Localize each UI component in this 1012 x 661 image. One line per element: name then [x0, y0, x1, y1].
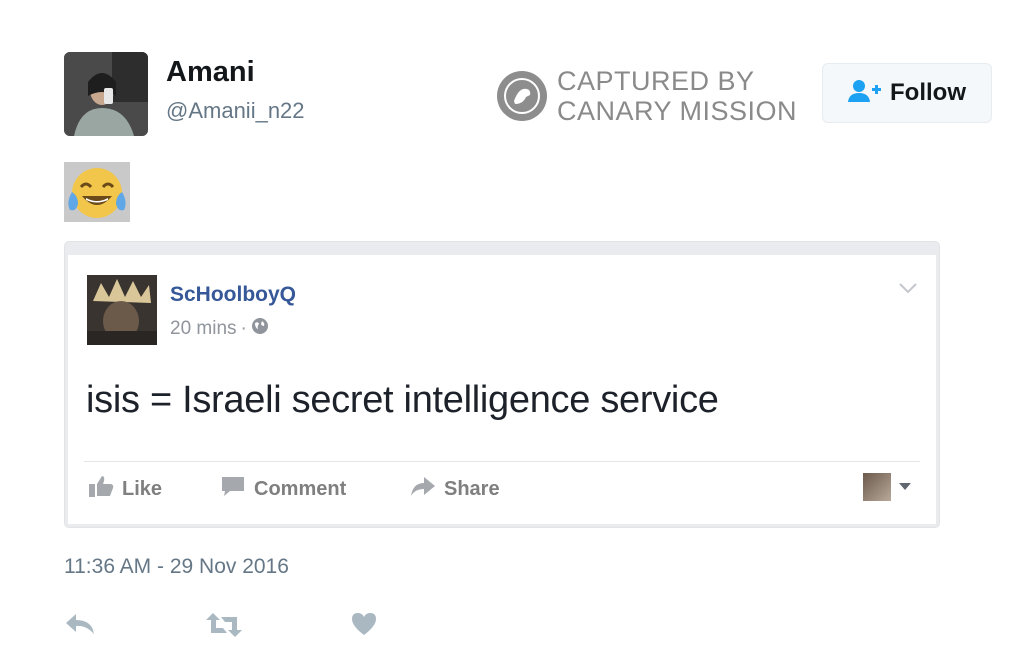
fb-comment-action: Comment [220, 475, 346, 503]
fb-post-text: isis = Israeli secret intelligence servi… [86, 379, 719, 421]
canary-bird-icon [497, 71, 547, 121]
globe-icon [251, 317, 269, 341]
thumbs-up-icon [88, 475, 114, 503]
fb-viewer-avatar [863, 473, 891, 501]
chevron-down-icon [898, 281, 918, 299]
fb-like-label: Like [122, 477, 163, 500]
fb-author-avatar [87, 275, 157, 345]
comment-bubble-icon [220, 475, 246, 503]
heart-icon[interactable] [350, 611, 378, 642]
fb-share-label: Share [444, 477, 500, 500]
watermark-text: CAPTURED BY CANARY MISSION [557, 66, 797, 126]
tweet-timestamp[interactable]: 11:36 AM - 29 Nov 2016 [64, 555, 289, 579]
fb-viewer-switcher [863, 473, 911, 501]
follow-label: Follow [890, 79, 966, 106]
fb-meta-separator: · [240, 318, 247, 339]
watermark-line-2: CANARY MISSION [557, 96, 798, 126]
fb-share-action: Share [410, 475, 500, 503]
fb-like-action: Like [88, 475, 162, 503]
fb-divider [84, 461, 920, 462]
fb-author-name: ScHoolboyQ [170, 283, 297, 306]
user-handle[interactable]: @Amanii_n22 [166, 98, 305, 124]
share-arrow-icon [410, 475, 436, 503]
fb-comment-label: Comment [254, 477, 347, 500]
fb-post-meta: 20 mins · [170, 317, 269, 341]
caret-down-icon [899, 478, 911, 496]
retweet-icon[interactable] [205, 611, 243, 644]
reply-icon[interactable] [64, 611, 96, 642]
canary-mission-watermark: CAPTURED BY CANARY MISSION [497, 66, 817, 126]
watermark-line-1: CAPTURED BY [557, 66, 755, 96]
fb-post-time: 20 mins [170, 318, 237, 339]
tears-of-joy-emoji [64, 162, 130, 222]
add-user-icon [848, 79, 882, 108]
display-name[interactable]: Amani [166, 56, 255, 89]
follow-button[interactable]: Follow [822, 63, 992, 123]
embedded-post-body: ScHoolboyQ 20 mins · isis = Israeli secr… [68, 255, 936, 524]
profile-avatar[interactable] [64, 52, 148, 136]
embedded-post-screenshot: ScHoolboyQ 20 mins · isis = Israeli secr… [64, 241, 940, 528]
